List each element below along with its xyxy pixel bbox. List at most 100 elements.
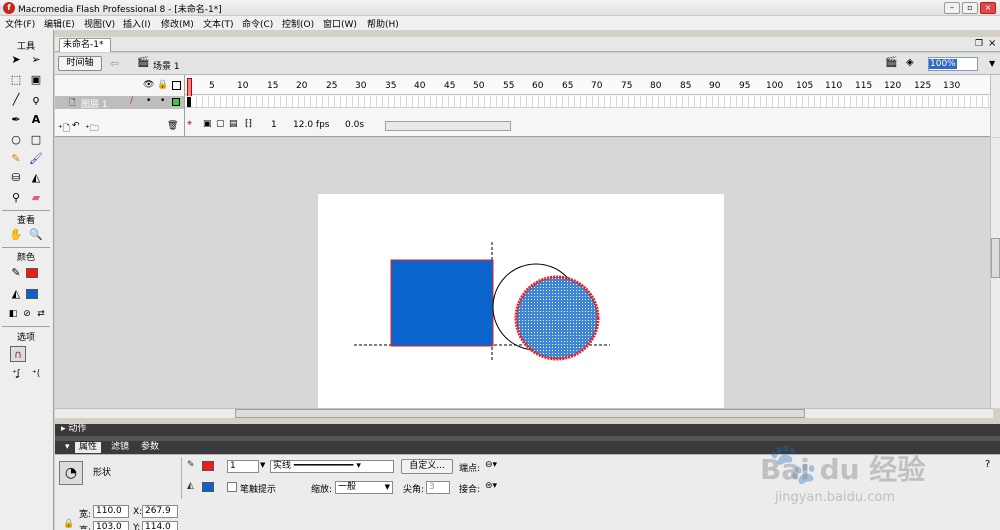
join-select[interactable]: ⊜▾ <box>485 481 497 491</box>
stroke-color-picker[interactable] <box>202 461 214 471</box>
lock-aspect-icon[interactable]: 🔒 <box>63 519 74 529</box>
frame-grid[interactable]: 5 10 15 20 25 30 35 40 45 50 55 60 65 70… <box>185 75 990 137</box>
layer-row[interactable]: 🗋 图层 1 / • • <box>55 96 184 110</box>
object-type-label: 形状 <box>93 468 112 478</box>
actions-panel-header[interactable]: ▸ 动作 <box>55 424 1000 436</box>
collapse-arrow-icon[interactable]: ▾ <box>61 442 74 453</box>
tab-filters[interactable]: 滤镜 <box>107 442 133 453</box>
onion-skin-icon[interactable]: ▣ <box>203 119 212 129</box>
menu-edit[interactable]: 编辑(E) <box>44 17 75 30</box>
hand-tool-icon[interactable]: ✋ <box>8 227 24 243</box>
baidu-watermark-text: Bai du 经验 <box>760 453 926 486</box>
oval-tool-icon[interactable]: ○ <box>8 132 24 148</box>
keyframe[interactable] <box>187 97 191 107</box>
maximize-button[interactable]: ▫ <box>962 2 978 14</box>
stroke-style-select[interactable]: 实线 ━━━━━━━━━━━ ▾ <box>270 460 394 473</box>
hscroll-thumb[interactable] <box>235 409 805 418</box>
delete-layer-icon[interactable]: 🗑 <box>167 121 178 131</box>
free-transform-icon[interactable]: ⬚ <box>8 72 24 88</box>
edit-multiple-icon[interactable]: ▤ <box>229 119 238 129</box>
lock-dot[interactable]: • <box>160 96 165 106</box>
edit-scene-icon[interactable]: 🎬 <box>885 57 897 68</box>
menu-window[interactable]: 窗口(W) <box>323 17 357 30</box>
join-label: 接合: <box>459 485 481 495</box>
visible-dot[interactable]: • <box>146 96 151 106</box>
close-doc-icon[interactable]: × <box>988 38 996 49</box>
menu-help[interactable]: 帮助(H) <box>367 17 399 30</box>
text-tool-icon[interactable]: A <box>28 112 44 128</box>
straighten-icon[interactable]: ⁺⟨ <box>28 366 44 382</box>
selection-tool-icon[interactable]: ➤ <box>8 52 24 68</box>
brush-tool-icon[interactable]: 🖌 <box>28 151 44 167</box>
tab-parameters[interactable]: 参数 <box>137 442 163 453</box>
menu-commands[interactable]: 命令(C) <box>242 17 273 30</box>
custom-stroke-button[interactable]: 自定义... <box>401 459 453 474</box>
onion-outline-icon[interactable]: ▢ <box>216 119 225 129</box>
menu-view[interactable]: 视图(V) <box>84 17 115 30</box>
onion-markers-icon[interactable]: ⁅⁆ <box>245 119 252 129</box>
rectangle-tool-icon[interactable]: □ <box>28 132 44 148</box>
line-tool-icon[interactable]: ╱ <box>8 92 24 108</box>
minimize-button[interactable]: – <box>944 2 960 14</box>
menu-control[interactable]: 控制(O) <box>282 17 314 30</box>
ruler-tick: 15 <box>267 81 279 91</box>
height-input[interactable]: 103.0 <box>93 521 129 530</box>
restore-doc-icon[interactable]: ❐ <box>975 39 983 49</box>
zoom-dropdown-icon[interactable]: ▼ <box>989 59 995 68</box>
timeline-toggle-button[interactable]: 时间轴 <box>58 56 102 71</box>
timeline-hscrollbar[interactable] <box>385 121 511 131</box>
y-label: Y: <box>133 523 141 530</box>
menu-text[interactable]: 文本(T) <box>203 17 234 30</box>
stroke-size-input[interactable]: 1 <box>227 460 259 473</box>
y-input[interactable]: 114.0 <box>142 521 178 530</box>
zoom-input[interactable]: 100% <box>928 57 978 71</box>
snap-magnet-icon[interactable]: ∩ <box>10 346 26 362</box>
stage-vscrollbar[interactable] <box>990 138 1000 408</box>
paint-bucket-icon[interactable]: ◭ <box>28 170 44 186</box>
eraser-icon[interactable]: ▰ <box>28 190 44 206</box>
insert-folder-icon[interactable]: ⁺🗀 <box>85 121 99 137</box>
fill-color-picker[interactable] <box>202 482 214 492</box>
fill-transform-icon[interactable]: ▣ <box>28 72 44 88</box>
add-guide-icon[interactable]: ↶ <box>72 121 80 131</box>
menu-modify[interactable]: 修改(M) <box>161 17 194 30</box>
stroke-size-dropdown-icon[interactable]: ▼ <box>260 461 265 469</box>
stroke-color-swatch[interactable] <box>26 268 38 278</box>
close-button[interactable]: × <box>980 2 996 14</box>
cap-select[interactable]: ⊖▾ <box>485 460 497 470</box>
vscroll-thumb[interactable] <box>991 238 1000 278</box>
lasso-tool-icon[interactable]: ϙ <box>28 92 44 108</box>
edit-symbols-icon[interactable]: ◈ <box>906 57 914 68</box>
swap-colors-icon[interactable]: ⇄ <box>33 306 49 322</box>
timeline-vscrollbar[interactable] <box>990 75 1000 137</box>
subselection-tool-icon[interactable]: ➢ <box>28 52 44 68</box>
smooth-icon[interactable]: ⁺ʆ <box>8 366 24 382</box>
show-hide-icon[interactable]: 👁 <box>143 80 154 90</box>
lock-icon[interactable]: 🔒 <box>157 80 168 90</box>
help-icon[interactable]: ? <box>985 459 990 470</box>
document-tab[interactable]: 未命名-1* <box>59 38 111 52</box>
fill-color-swatch[interactable] <box>26 289 38 299</box>
outline-icon[interactable] <box>172 81 181 90</box>
frame-rate[interactable]: 12.0 fps <box>293 120 329 130</box>
ink-bottle-icon[interactable]: ⛁ <box>8 170 24 186</box>
outline-color-square[interactable] <box>172 98 180 106</box>
zoom-tool-icon[interactable]: 🔍 <box>28 227 44 243</box>
miter-input[interactable]: 3 <box>426 481 450 494</box>
insert-layer-icon[interactable]: ⁺🗋 <box>58 121 70 137</box>
menu-insert[interactable]: 插入(I) <box>123 17 151 30</box>
menu-file[interactable]: 文件(F) <box>5 17 35 30</box>
scale-select[interactable]: 一般 ▼ <box>335 481 393 494</box>
x-input[interactable]: 267.9 <box>142 505 178 518</box>
pen-tool-icon[interactable]: ✒ <box>8 112 24 128</box>
stroke-hint-checkbox[interactable] <box>227 482 237 492</box>
pencil-tool-icon[interactable]: ✎ <box>8 151 24 167</box>
stage-shapes[interactable] <box>318 194 724 408</box>
center-frame-icon[interactable]: ⌖ <box>187 119 192 129</box>
width-input[interactable]: 110.0 <box>93 505 129 518</box>
eyedropper-icon[interactable]: ⚲ <box>8 190 24 206</box>
tab-properties[interactable]: 属性 <box>75 442 102 453</box>
back-arrow-icon[interactable]: ⇦ <box>110 57 119 70</box>
stage-hscrollbar[interactable] <box>55 408 993 418</box>
layer-frames[interactable] <box>185 96 990 108</box>
